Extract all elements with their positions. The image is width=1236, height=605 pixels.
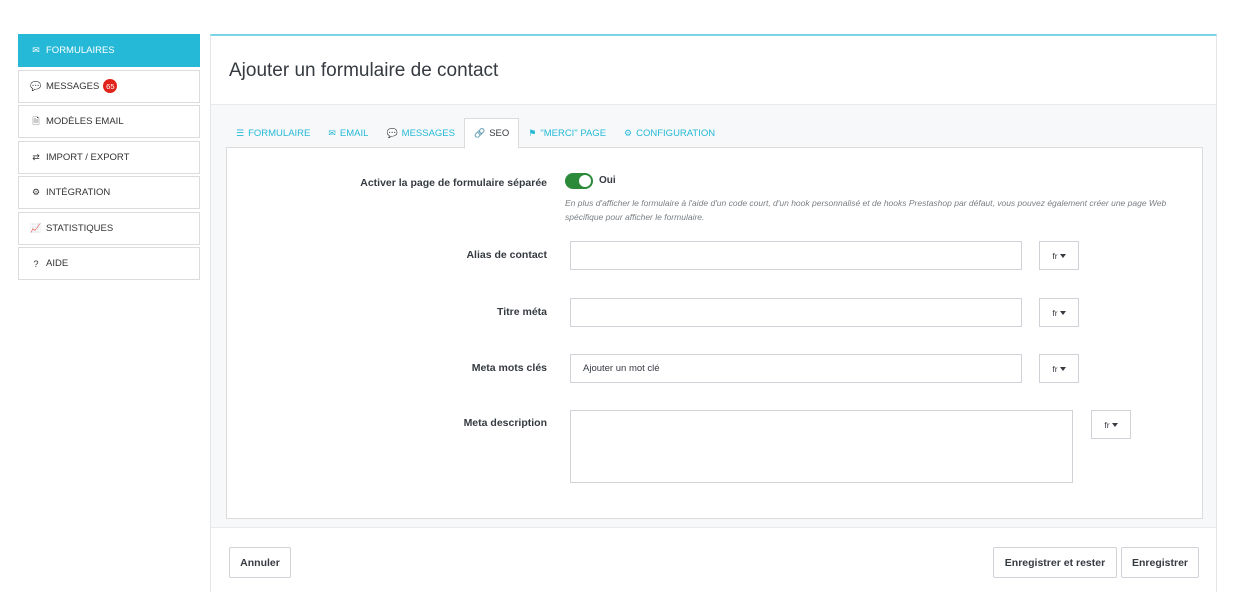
meta-description-label: Meta description [463,417,547,429]
exchange-icon: ⇄ [32,151,40,162]
sidebar-item-label: MODÈLES EMAIL [46,116,124,127]
sidebar-item-aide[interactable]: ? AIDE [18,247,200,280]
sidebar-item-modeles-email[interactable]: 🗎 MODÈLES EMAIL [18,105,200,138]
main-panel: Ajouter un formulaire de contact ☰ FORMU… [210,34,1217,592]
sidebar-item-label: MESSAGES [46,80,100,92]
tab-label: MESSAGES [401,128,455,139]
meta-description-lang-dropdown[interactable]: fr [1091,410,1131,439]
lang-code: fr [1052,307,1058,318]
lang-code: fr [1052,250,1058,261]
tab-bar: ☰ FORMULAIRE ✉ EMAIL 💬 MESSAGES 🔗 SEO ⚑ … [227,116,724,149]
tab-messages[interactable]: 💬 MESSAGES [377,119,464,148]
tab-email[interactable]: ✉ EMAIL [319,119,377,148]
meta-title-lang-dropdown[interactable]: fr [1039,298,1079,327]
content-area: ☰ FORMULAIRE ✉ EMAIL 💬 MESSAGES 🔗 SEO ⚑ … [211,104,1216,527]
save-and-stay-button[interactable]: Enregistrer et rester [993,547,1117,578]
cogs-icon: ⚙ [31,187,41,197]
cog-icon: ⚙ [624,128,633,138]
tab-configuration[interactable]: ⚙ CONFIGURATION [615,119,724,148]
sidebar-item-label: AIDE [46,258,69,269]
separate-page-help: En plus d'afficher le formulaire à l'aid… [565,198,1167,222]
line-chart-icon: 📈 [30,222,42,233]
sidebar-item-formulaires[interactable]: ✉ FORMULAIRES [18,34,200,67]
meta-title-label: Titre méta [497,306,547,318]
tab-merci-page[interactable]: ⚑ "MERCI" PAGE [519,119,615,148]
lang-code: fr [1104,419,1110,430]
meta-keywords-input[interactable] [570,354,1022,383]
list-icon: ☰ [236,128,245,138]
caret-down-icon [1059,253,1066,258]
sidebar-item-label: INTÉGRATION [46,187,111,198]
tab-label: SEO [489,128,510,139]
sidebar-item-label: FORMULAIRES [46,45,115,56]
alias-input[interactable] [570,241,1022,270]
message-count-badge: 65 [103,79,118,93]
alias-label: Alias de contact [466,249,547,261]
meta-keywords-lang-dropdown[interactable]: fr [1039,354,1079,383]
panel-footer: Annuler Enregistrer et rester Enregistre… [211,527,1216,592]
caret-down-icon [1111,422,1118,427]
question-circle-icon: ? [33,258,39,269]
tab-formulaire[interactable]: ☰ FORMULAIRE [227,119,319,148]
flag-icon: ⚑ [528,128,537,138]
caret-down-icon [1059,366,1066,371]
seo-form: Activer la page de formulaire séparée Ou… [226,147,1203,519]
tab-label: CONFIGURATION [636,128,716,139]
sidebar-item-label: STATISTIQUES [46,222,114,234]
sidebar-item-statistiques[interactable]: 📈 STATISTIQUES [18,211,200,245]
sidebar: ✉ FORMULAIRES 💬 MESSAGES 65 🗎 MODÈLES EM… [18,34,200,283]
envelope-icon: ✉ [32,45,40,55]
file-text-icon: 🗎 [32,115,40,126]
tab-label: EMAIL [339,128,369,139]
envelope-icon: ✉ [328,128,336,138]
meta-keywords-label: Meta mots clés [471,362,547,374]
comments-icon: 💬 [386,128,398,138]
tab-label: "MERCI" PAGE [540,128,607,139]
cancel-button[interactable]: Annuler [229,547,291,578]
tab-label: FORMULAIRE [248,128,311,139]
meta-description-textarea[interactable] [570,410,1073,483]
separate-page-label: Activer la page de formulaire séparée [360,177,547,189]
page-title: Ajouter un formulaire de contact [229,60,499,81]
lang-code: fr [1052,363,1058,374]
sidebar-item-import-export[interactable]: ⇄ IMPORT / EXPORT [18,140,200,174]
alias-lang-dropdown[interactable]: fr [1039,241,1079,270]
link-icon: 🔗 [473,128,486,138]
meta-title-input[interactable] [570,298,1022,327]
separate-page-toggle[interactable] [565,173,593,189]
sidebar-item-label: IMPORT / EXPORT [46,151,130,163]
save-button[interactable]: Enregistrer [1121,547,1199,578]
caret-down-icon [1059,310,1066,315]
sidebar-item-messages[interactable]: 💬 MESSAGES 65 [18,69,200,103]
tab-seo[interactable]: 🔗 SEO [463,118,520,149]
comments-icon: 💬 [30,80,42,91]
toggle-state-label: Oui [599,175,616,186]
sidebar-item-integration[interactable]: ⚙ INTÉGRATION [18,176,200,209]
